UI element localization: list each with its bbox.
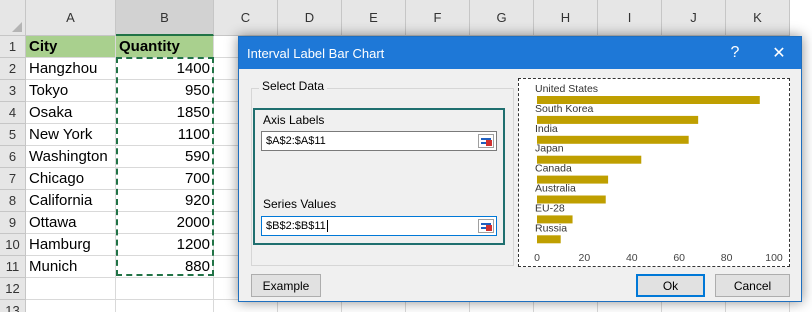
column-header-c[interactable]: C xyxy=(214,0,278,36)
axis-labels-range-select-icon[interactable] xyxy=(478,134,494,148)
cell-b7[interactable]: 700 xyxy=(116,168,214,190)
row-header-7[interactable]: 7 xyxy=(0,168,26,190)
row-header-12[interactable]: 12 xyxy=(0,278,26,300)
chart-bar xyxy=(537,235,561,244)
row-header-6[interactable]: 6 xyxy=(0,146,26,168)
help-button[interactable]: ? xyxy=(713,37,757,69)
column-header-f[interactable]: F xyxy=(406,0,470,36)
dialog-title: Interval Label Bar Chart xyxy=(247,45,385,61)
chart-category-label: Japan xyxy=(535,143,564,155)
chart-category-label: Canada xyxy=(535,163,572,175)
cell-a11[interactable]: Munich xyxy=(26,256,116,278)
cell-a2[interactable]: Hangzhou xyxy=(26,58,116,80)
cell-a10[interactable]: Hamburg xyxy=(26,234,116,256)
chart-tick-label: 80 xyxy=(721,252,733,264)
dialog-titlebar[interactable]: Interval Label Bar Chart ? ✕ xyxy=(239,37,801,69)
row-header-11[interactable]: 11 xyxy=(0,256,26,278)
row-header-10[interactable]: 10 xyxy=(0,234,26,256)
cell-b3[interactable]: 950 xyxy=(116,80,214,102)
column-header-g[interactable]: G xyxy=(470,0,534,36)
row-header-2[interactable]: 2 xyxy=(0,58,26,80)
chart-category-label: India xyxy=(535,123,558,135)
column-header-a[interactable]: A xyxy=(26,0,116,36)
chart-preview-svg: United States South Korea India Japan Canada… xyxy=(534,83,783,264)
row-header-13[interactable]: 13 xyxy=(0,300,26,312)
chart-tick-label: 100 xyxy=(765,252,783,264)
chart-tick-label: 60 xyxy=(673,252,685,264)
column-header-d[interactable]: D xyxy=(278,0,342,36)
cell-a3[interactable]: Tokyo xyxy=(26,80,116,102)
text-caret xyxy=(326,220,328,232)
cell-b2[interactable]: 1400 xyxy=(116,58,214,80)
example-button[interactable]: Example xyxy=(251,274,321,297)
cell-b12[interactable] xyxy=(116,278,214,300)
cell-b5[interactable]: 1100 xyxy=(116,124,214,146)
axis-labels-input[interactable]: $A$2:$A$11 xyxy=(261,131,497,151)
chart-tick-label: 0 xyxy=(534,252,540,264)
chart-preview: United States South Korea India Japan Canada… xyxy=(518,78,790,267)
row-header-1[interactable]: 1 xyxy=(0,36,26,58)
chart-bar xyxy=(537,115,699,124)
cell-b11[interactable]: 880 xyxy=(116,256,214,278)
column-header-e[interactable]: E xyxy=(342,0,406,36)
series-values-range-select-icon[interactable] xyxy=(478,219,494,233)
cell-b8[interactable]: 920 xyxy=(116,190,214,212)
column-header-i[interactable]: I xyxy=(598,0,662,36)
chart-tick-label: 40 xyxy=(626,252,638,264)
close-icon[interactable]: ✕ xyxy=(757,37,801,69)
series-values-input[interactable]: $B$2:$B$11 xyxy=(261,216,497,236)
cell-a13[interactable] xyxy=(26,300,116,312)
chart-category-label: United States xyxy=(535,83,598,95)
cell-a6[interactable]: Washington xyxy=(26,146,116,168)
cancel-button[interactable]: Cancel xyxy=(715,274,790,297)
row-header-5[interactable]: 5 xyxy=(0,124,26,146)
cell-a1[interactable]: City xyxy=(26,36,116,58)
column-header-k[interactable]: K xyxy=(726,0,790,36)
select-data-label: Select Data xyxy=(259,79,328,93)
cell-b10[interactable]: 1200 xyxy=(116,234,214,256)
cell-a8[interactable]: California xyxy=(26,190,116,212)
cell-a5[interactable]: New York xyxy=(26,124,116,146)
row-header-8[interactable]: 8 xyxy=(0,190,26,212)
axis-labels-value: $A$2:$A$11 xyxy=(266,135,326,147)
cell-a7[interactable]: Chicago xyxy=(26,168,116,190)
chart-category-label: EU-28 xyxy=(535,202,565,214)
row-header-4[interactable]: 4 xyxy=(0,102,26,124)
series-values-value: $B$2:$B$11 xyxy=(266,220,326,232)
cell-b4[interactable]: 1850 xyxy=(116,102,214,124)
cell-a12[interactable] xyxy=(26,278,116,300)
chart-category-label: South Korea xyxy=(535,103,594,115)
series-values-label: Series Values xyxy=(263,197,337,211)
chart-category-label: Russia xyxy=(535,222,567,234)
row-header-9[interactable]: 9 xyxy=(0,212,26,234)
cell-b1[interactable]: Quantity xyxy=(116,36,214,58)
column-header-h[interactable]: H xyxy=(534,0,598,36)
ok-button[interactable]: Ok xyxy=(636,274,705,297)
select-all-corner[interactable] xyxy=(0,0,26,36)
chart-category-label: Australia xyxy=(535,183,576,195)
row-header-3[interactable]: 3 xyxy=(0,80,26,102)
chart-tick-label: 20 xyxy=(579,252,591,264)
cell-a4[interactable]: Osaka xyxy=(26,102,116,124)
axis-labels-label: Axis Labels xyxy=(263,113,325,127)
cell-b13[interactable] xyxy=(116,300,214,312)
column-header-b[interactable]: B xyxy=(116,0,214,36)
select-all-triangle-icon xyxy=(12,22,22,32)
cell-a9[interactable]: Ottawa xyxy=(26,212,116,234)
cell-b9[interactable]: 2000 xyxy=(116,212,214,234)
column-header-j[interactable]: J xyxy=(662,0,726,36)
interval-label-bar-chart-dialog: Interval Label Bar Chart ? ✕ Select Data… xyxy=(238,36,802,302)
cell-b6[interactable]: 590 xyxy=(116,146,214,168)
